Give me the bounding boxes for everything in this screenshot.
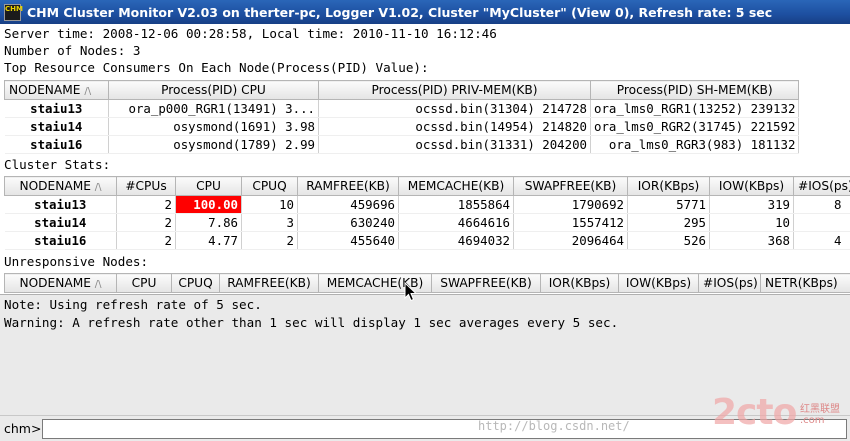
sort-ascending-icon: /\ [94,182,102,193]
cell-iow: 368 [709,231,794,250]
command-bar: chm> [0,415,850,441]
node-count-line: Number of Nodes: 3 [4,43,141,58]
cell-process-cpu: ora_p000_RGR1(13491) 3... [108,99,319,118]
col-header-netr[interactable]: NETR(KBps) [760,273,850,293]
cell-process-priv-mem: ocssd.bin(31331) 204200 [318,135,591,154]
warning-message: Warning: A refresh rate other than 1 sec… [4,315,619,330]
table-row[interactable]: staiu16 2 4.77 2 455640 4694032 2096464 … [4,231,850,250]
cell-ios: 4 [793,231,850,250]
consumers-heading: Top Resource Consumers On Each Node(Proc… [4,60,429,75]
top-consumers-table: NODENAME /\ Process(PID) CPU Process(PID… [4,80,800,154]
col-header-ramfree[interactable]: RAMFREE(KB) [297,176,399,196]
command-prompt-label: chm> [4,421,42,436]
chm-window: CHM CHM Cluster Monitor V2.03 on therter… [0,0,850,441]
cell-memcache: 1855864 [398,195,514,214]
col-header-cpu[interactable]: CPU [175,176,242,196]
command-input[interactable] [42,419,847,439]
col-header-iow[interactable]: IOW(KBps) [709,176,794,196]
col-header-nodename[interactable]: NODENAME /\ [4,176,117,196]
cell-process-sh-mem: ora_lms0_RGR3(983) 181132 [590,135,800,154]
cell-nodename: staiu16 [4,231,117,250]
table-row[interactable]: staiu14 osysmond(1691) 3.98 ocssd.bin(14… [4,117,800,136]
cell-cpuq: 3 [241,213,298,232]
cell-swapfree: 1557412 [513,213,628,232]
col-header-memcache[interactable]: MEMCACHE(KB) [318,273,432,293]
col-header-ios[interactable]: #IOS(ps) [698,273,761,293]
cell-ior: 526 [627,231,710,250]
table-row[interactable]: staiu13 ora_p000_RGR1(13491) 3... ocssd.… [4,99,800,118]
cell-cpuq: 2 [241,231,298,250]
cell-ior: 295 [627,213,710,232]
col-header-nodename[interactable]: NODENAME /\ [4,273,117,293]
window-title: CHM Cluster Monitor V2.03 on therter-pc,… [27,4,773,20]
cell-nodename: staiu14 [4,117,109,136]
cell-cpu: 4.77 [175,231,242,250]
cell-cpu: 7.86 [175,213,242,232]
cell-ior: 5771 [627,195,710,214]
unresponsive-nodes-table: NODENAME /\ CPU CPUQ RAMFREE(KB) MEMCACH… [4,273,850,293]
col-header-process-cpu[interactable]: Process(PID) CPU [108,80,319,100]
cell-cpu-alert: 100.00 [175,195,242,214]
cluster-stats-heading: Cluster Stats: [4,157,111,172]
col-header-ios[interactable]: #IOS(ps) [793,176,850,196]
col-header-ior[interactable]: IOR(KBps) [540,273,619,293]
table-row[interactable]: staiu14 2 7.86 3 630240 4664616 1557412 … [4,213,850,232]
unresponsive-heading: Unresponsive Nodes: [4,254,149,269]
server-time-line: Server time: 2008-12-06 00:28:58, Local … [4,26,497,41]
cell-cpus: 2 [116,213,176,232]
cell-ramfree: 459696 [297,195,399,214]
cell-iow: 319 [709,195,794,214]
cell-iow: 10 [709,213,794,232]
cell-cpus: 2 [116,195,176,214]
cell-process-cpu: osysmond(1789) 2.99 [108,135,319,154]
cell-cpus: 2 [116,231,176,250]
col-header-ramfree[interactable]: RAMFREE(KB) [219,273,319,293]
cell-memcache: 4664616 [398,213,514,232]
cell-nodename: staiu13 [4,99,109,118]
col-header-memcache[interactable]: MEMCACHE(KB) [398,176,514,196]
col-header-swapfree[interactable]: SWAPFREE(KB) [513,176,628,196]
table-row[interactable]: staiu13 2 100.00 10 459696 1855864 17906… [4,195,850,214]
col-header-ior[interactable]: IOR(KBps) [627,176,710,196]
cell-process-sh-mem: ora_lms0_RGR1(13252) 239132 [590,99,800,118]
col-header-swapfree[interactable]: SWAPFREE(KB) [431,273,541,293]
cell-process-cpu: osysmond(1691) 3.98 [108,117,319,136]
col-header-cpuq[interactable]: CPUQ [171,273,220,293]
col-header-cpu[interactable]: CPU [116,273,172,293]
col-header-cpus[interactable]: #CPUs [116,176,176,196]
cluster-stats-table: NODENAME /\ #CPUs CPU CPUQ RAMFREE(KB) M… [4,176,850,250]
cell-nodename: staiu13 [4,195,117,214]
cell-process-priv-mem: ocssd.bin(31304) 214728 [318,99,591,118]
cell-process-sh-mem: ora_lms0_RGR2(31745) 221592 [590,117,800,136]
table-row[interactable]: staiu16 osysmond(1789) 2.99 ocssd.bin(31… [4,135,800,154]
cell-cpuq: 10 [241,195,298,214]
col-header-process-priv-mem[interactable]: Process(PID) PRIV-MEM(KB) [318,80,591,100]
note-message: Note: Using refresh rate of 5 sec. [4,297,262,312]
title-bar[interactable]: CHM CHM Cluster Monitor V2.03 on therter… [0,0,850,24]
sort-ascending-icon: /\ [84,86,92,97]
sort-ascending-icon: /\ [94,279,102,290]
cell-ramfree: 630240 [297,213,399,232]
col-header-cpuq[interactable]: CPUQ [241,176,298,196]
cell-ios: 8 [793,195,850,214]
cell-nodename: staiu16 [4,135,109,154]
cell-swapfree: 2096464 [513,231,628,250]
cell-memcache: 4694032 [398,231,514,250]
chm-app-icon[interactable]: CHM [4,3,23,21]
cell-process-priv-mem: ocssd.bin(14954) 214820 [318,117,591,136]
cell-swapfree: 1790692 [513,195,628,214]
message-area: Note: Using refresh rate of 5 sec. Warni… [0,294,850,415]
col-header-iow[interactable]: IOW(KBps) [618,273,699,293]
cell-ramfree: 455640 [297,231,399,250]
cell-nodename: staiu14 [4,213,117,232]
col-header-nodename[interactable]: NODENAME /\ [4,80,109,100]
col-header-process-sh-mem[interactable]: Process(PID) SH-MEM(KB) [589,80,800,100]
cell-ios [793,213,850,232]
